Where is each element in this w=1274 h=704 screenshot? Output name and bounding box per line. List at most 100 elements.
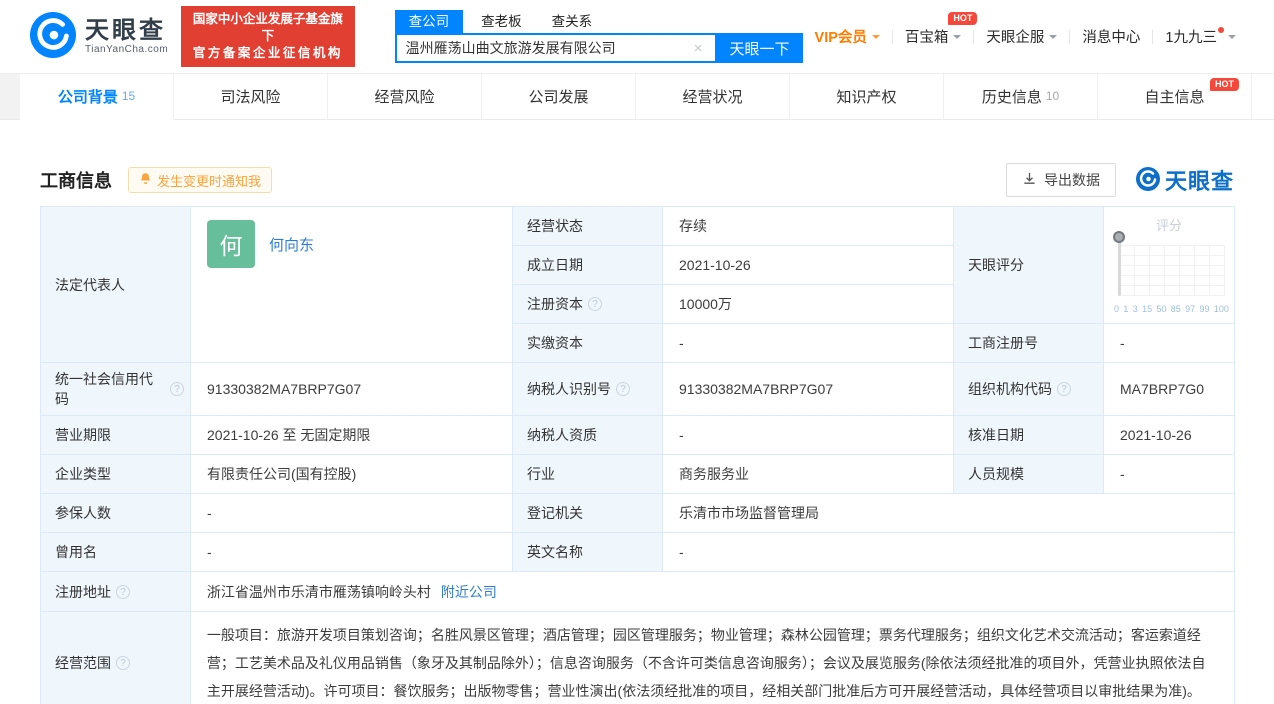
search-tabs: 查公司 查老板 查关系 [394, 10, 803, 33]
search-tab-company[interactable]: 查公司 [394, 10, 464, 33]
field-value-approved: 2021-10-26 [1104, 416, 1235, 455]
chevron-down-icon [953, 34, 962, 43]
section-title: 工商信息 [40, 171, 112, 191]
field-label-term: 营业期限 [41, 416, 191, 455]
tab-operation-risk[interactable]: 经营风险 [328, 74, 482, 120]
field-value-former-name: - [191, 533, 513, 572]
search-button[interactable]: 天眼一下 [716, 33, 803, 63]
tab-intellectual-property[interactable]: 知识产权 [790, 74, 944, 120]
tab-judicial-risk[interactable]: 司法风险 [174, 74, 328, 120]
notification-dot [1218, 26, 1224, 33]
menu-vip[interactable]: VIP会员 [803, 26, 892, 47]
field-value-reg-no: - [1104, 324, 1235, 363]
field-value-registry: 乐清市市场监督管理局 [663, 494, 1235, 533]
notify-on-change-button[interactable]: 发生变更时通知我 [128, 167, 273, 193]
field-label-type: 企业类型 [41, 455, 191, 494]
tab-operation-status[interactable]: 经营状况 [636, 74, 790, 120]
field-label-taxpayer-id: 纳税人识别号? [513, 363, 663, 416]
field-value-credit-code: 91330382MA7BRP7G07 [191, 363, 513, 416]
score-chart-grid [1119, 245, 1225, 296]
menu-enterprise[interactable]: 天眼企服 [974, 26, 1069, 47]
nav-right-gutter [1252, 74, 1274, 120]
field-label-reg-capital: 注册资本 ? [513, 285, 663, 324]
menu-toolbox-label: 百宝箱 [904, 30, 949, 46]
help-icon[interactable]: ? [616, 382, 630, 396]
tab-self-published-info[interactable]: 自主信息 HOT [1098, 74, 1252, 120]
field-value-taxpayer-id: 91330382MA7BRP7G07 [663, 363, 954, 416]
field-value-paid-capital: - [663, 324, 954, 363]
search-tab-relation[interactable]: 查关系 [540, 10, 605, 33]
tab-label: 司法风险 [220, 89, 281, 106]
watermark-logo: 天眼查 [1135, 164, 1234, 196]
notify-button-label: 发生变更时通知我 [157, 173, 262, 189]
field-label-former-name: 曾用名 [41, 533, 191, 572]
tab-history-info[interactable]: 历史信息 10 [944, 74, 1098, 120]
menu-vip-label: VIP会员 [814, 30, 867, 46]
score-slider-pin[interactable] [1113, 231, 1125, 243]
tianyancha-logo-icon [30, 12, 76, 61]
tab-label: 公司发展 [528, 89, 589, 106]
legal-rep-link[interactable]: 何向东 [269, 234, 314, 255]
help-icon[interactable]: ? [1057, 382, 1071, 396]
help-icon[interactable]: ? [170, 382, 184, 396]
field-label-paid-capital: 实缴资本 [513, 324, 663, 363]
menu-toolbox[interactable]: HOT 百宝箱 [893, 12, 978, 47]
hot-badge: HOT [1210, 78, 1239, 91]
field-label-address: 注册地址? [41, 572, 191, 612]
tab-label: 公司背景 [57, 89, 118, 106]
score-slider-track [1118, 239, 1121, 296]
tab-company-development[interactable]: 公司发展 [482, 74, 636, 120]
field-value-scope: 一般项目：旅游开发项目策划咨询；名胜风景区管理；酒店管理；园区管理服务；物业管理… [190, 612, 1235, 704]
table-row-scope: 经营范围? 一般项目：旅游开发项目策划咨询；名胜风景区管理；酒店管理；园区管理服… [41, 612, 1235, 704]
score-axis-ticks: 01 3 15 50 85 97 99 100 [1114, 304, 1229, 314]
search-input[interactable]: 温州雁荡山曲文旅游发展有限公司 × [394, 33, 717, 63]
field-label-registry: 登记机关 [513, 494, 663, 533]
logo-title: 天眼查 [85, 17, 166, 44]
menu-account[interactable]: 1九九三 [1153, 26, 1248, 47]
field-label-status: 经营状态 [513, 207, 663, 246]
score-column: 天眼评分 评分 01 3 15 50 85 97 99 100 工商注册号 - [954, 207, 1235, 363]
field-label-org-code: 组织机构代码? [954, 363, 1104, 416]
clear-search-icon[interactable]: × [691, 40, 706, 57]
help-icon[interactable]: ? [116, 656, 130, 670]
field-value-taxpayer-quality: - [663, 416, 954, 455]
menu-enterprise-label: 天眼企服 [986, 30, 1045, 46]
field-value-reg-capital: 10000万 [663, 285, 954, 324]
legal-rep-cell: 何 何向东 [191, 207, 513, 363]
avatar[interactable]: 何 [207, 220, 255, 268]
status-column: 经营状态 存续 成立日期 2021-10-26 注册资本 ? 10000万 实缴… [513, 207, 954, 363]
field-value-type: 有限责任公司(国有控股) [191, 455, 513, 494]
logo-subtitle: TianYanCha.com [85, 44, 169, 55]
table-row-credit-code: 统一社会信用代码? 91330382MA7BRP7G07 纳税人识别号? 913… [41, 363, 1235, 416]
field-value-industry: 商务服务业 [663, 455, 954, 494]
account-name: 1九九三 [1165, 30, 1217, 46]
field-label-insured: 参保人数 [41, 494, 191, 533]
tianyan-score-chart: 评分 01 3 15 50 85 97 99 100 [1104, 207, 1235, 324]
nearby-companies-link[interactable]: 附近公司 [441, 582, 497, 602]
search-tab-boss[interactable]: 查老板 [469, 10, 534, 33]
gov-certification-badge: 国家中小企业发展子基金旗下 官方备案企业征信机构 [181, 6, 355, 67]
tab-label: 经营状况 [682, 89, 743, 106]
export-button-label: 导出数据 [1043, 172, 1100, 188]
header-menu: VIP会员 HOT 百宝箱 天眼企服 消息中心 1九九三 [803, 12, 1248, 47]
field-label-tianyan-score: 天眼评分 [954, 207, 1104, 324]
table-row-address: 注册地址? 浙江省温州市乐清市雁荡镇响岭头村 附近公司 [41, 572, 1235, 612]
field-value-established: 2021-10-26 [663, 246, 954, 285]
hot-badge: HOT [948, 12, 978, 25]
tianyancha-logo[interactable]: 天眼查 TianYanCha.com [30, 12, 168, 61]
field-value-staff: - [1104, 455, 1235, 494]
help-icon[interactable]: ? [116, 584, 130, 599]
tab-company-background[interactable]: 公司背景 15 [20, 74, 174, 120]
tianyancha-logo-icon [1135, 166, 1160, 194]
tab-label: 自主信息 [1144, 89, 1205, 106]
search-input-value: 温州雁荡山曲文旅游发展有限公司 [405, 40, 616, 56]
tab-label: 历史信息 [981, 89, 1042, 106]
table-row-term: 营业期限 2021-10-26 至 无固定期限 纳税人资质 - 核准日期 202… [41, 416, 1235, 455]
watermark-text: 天眼查 [1164, 169, 1234, 194]
chevron-down-icon [1049, 34, 1058, 43]
export-data-button[interactable]: 导出数据 [1005, 163, 1116, 197]
field-label-staff: 人员规模 [954, 455, 1104, 494]
help-icon[interactable]: ? [588, 297, 602, 311]
table-row-legal-rep: 法定代表人 何 何向东 经营状态 存续 成立日期 2021-10-26 注册资本… [41, 207, 1235, 363]
menu-message-center[interactable]: 消息中心 [1070, 26, 1152, 47]
